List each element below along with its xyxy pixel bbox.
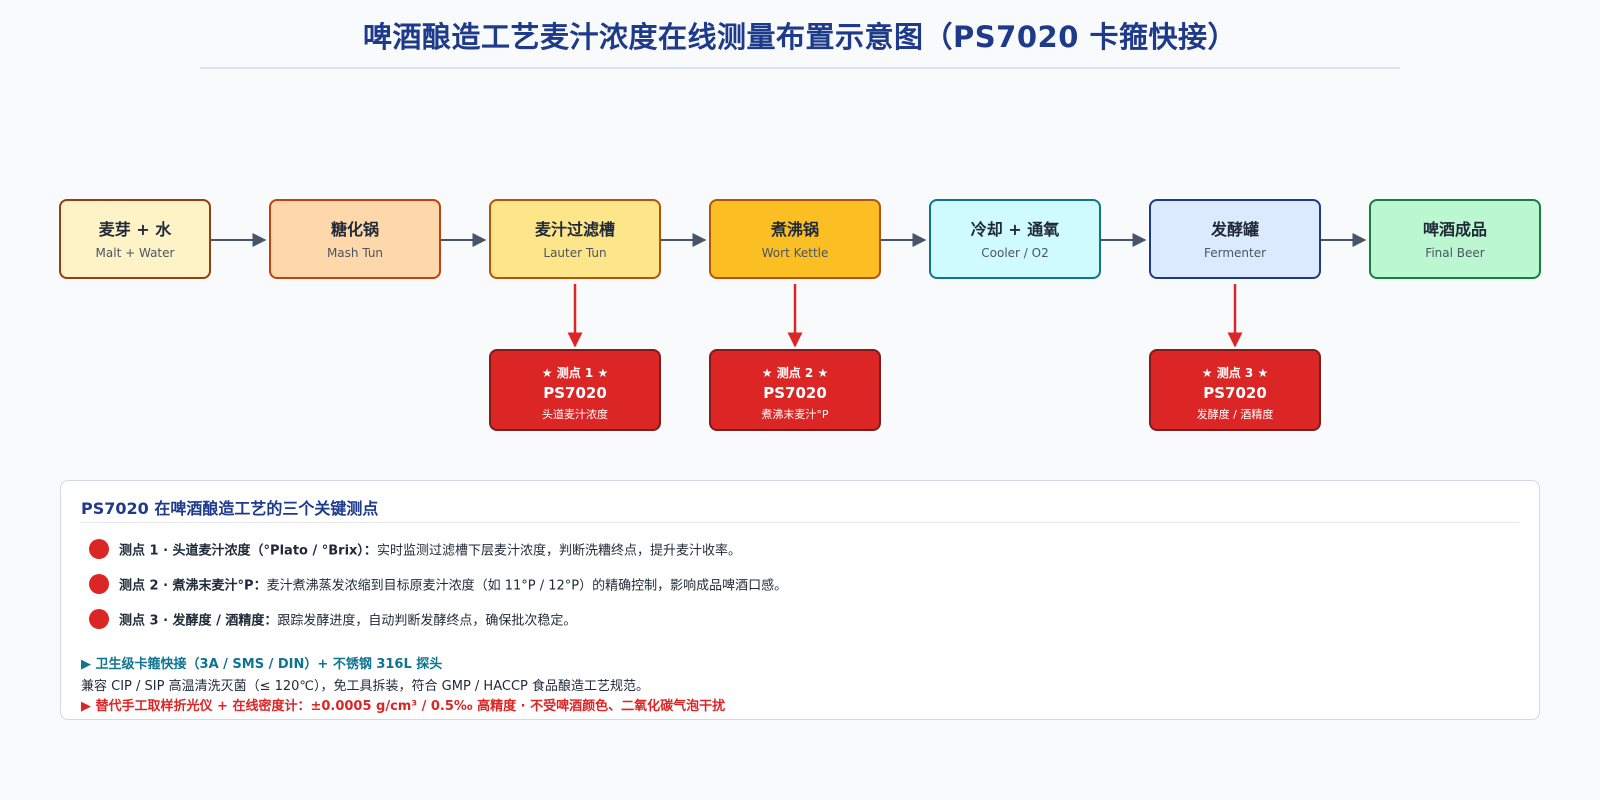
point-label: 测点 2 · 煮沸末麦汁°P： xyxy=(119,578,267,594)
stage-subtitle: Cooler / O2 xyxy=(981,246,1049,260)
probe-tag: ★ 测点 2 ★ xyxy=(761,366,829,380)
probe-point-3: ★ 测点 3 ★ PS7020 发酵度 / 酒精度 xyxy=(1149,349,1321,431)
bullet-dot xyxy=(89,539,109,559)
stage-name: 糖化锅 xyxy=(330,220,379,239)
bullet-dot xyxy=(89,609,109,629)
stage-lauter-tun: 麦汁过滤槽 Lauter Tun xyxy=(489,199,661,279)
point-text: 麦汁煮沸蒸发浓缩到目标原麦汁浓度（如 11°P / 12°P）的精确控制，影响成… xyxy=(266,578,788,594)
stage-final-beer: 啤酒成品 Final Beer xyxy=(1369,199,1541,279)
stage-name: 麦汁过滤槽 xyxy=(534,220,615,239)
stage-wort-kettle: 煮沸锅 Wort Kettle xyxy=(709,199,881,279)
point-label: 测点 1 · 头道麦汁浓度（°Plato / °Brix）： xyxy=(119,543,377,559)
feature-connection: ▶ 卫生级卡箍快接（3A / SMS / DIN）+ 不锈钢 316L 探头 xyxy=(81,657,443,672)
stage-name: 发酵罐 xyxy=(1210,220,1259,239)
stage-mash-tun: 糖化锅 Mash Tun xyxy=(269,199,441,279)
info-panel: PS7020 在啤酒酿造工艺的三个关键测点 测点 1 · 头道麦汁浓度（°Pla… xyxy=(60,480,1540,720)
probe-point-2: ★ 测点 2 ★ PS7020 煮沸末麦汁°P xyxy=(709,349,881,431)
probe-tag: ★ 测点 3 ★ xyxy=(1201,366,1269,380)
stage-name: 啤酒成品 xyxy=(1422,220,1487,239)
key-point-3: 测点 3 · 发酵度 / 酒精度：跟踪发酵进度，自动判断发酵终点，确保批次稳定。 xyxy=(89,609,576,633)
probe-description: 煮沸末麦汁°P xyxy=(761,408,829,421)
stage-subtitle: Lauter Tun xyxy=(543,246,607,260)
feature-cleaning: 兼容 CIP / SIP 高温清洗灭菌（≤ 120℃），免工具拆装，符合 GMP… xyxy=(81,679,649,694)
panel-title: PS7020 在啤酒酿造工艺的三个关键测点 xyxy=(81,499,379,518)
point-label: 测点 3 · 发酵度 / 酒精度： xyxy=(119,613,278,629)
stage-fermenter: 发酵罐 Fermenter xyxy=(1149,199,1321,279)
bullet-dot xyxy=(89,574,109,594)
point-text: 跟踪发酵进度，自动判断发酵终点，确保批次稳定。 xyxy=(277,613,577,629)
stage-subtitle: Fermenter xyxy=(1203,246,1267,260)
stage-name: 麦芽 + 水 xyxy=(98,220,172,239)
probe-tag: ★ 测点 1 ★ xyxy=(541,366,609,380)
panel-divider xyxy=(81,522,1519,523)
probe-point-1: ★ 测点 1 ★ PS7020 头道麦汁浓度 xyxy=(489,349,661,431)
probe-description: 头道麦汁浓度 xyxy=(542,408,608,421)
probe-model: PS7020 xyxy=(543,384,607,402)
feature-accuracy: ▶ 替代手工取样折光仪 + 在线密度计：±0.0005 g/cm³ / 0.5‰… xyxy=(81,699,726,714)
probe-model: PS7020 xyxy=(1203,384,1267,402)
stage-name: 煮沸锅 xyxy=(770,220,819,239)
point-text: 实时监测过滤槽下层麦汁浓度，判断洗糟终点，提升麦汁收率。 xyxy=(376,543,741,559)
stage-subtitle: Mash Tun xyxy=(326,246,384,260)
stage-malt-water: 麦芽 + 水 Malt + Water xyxy=(59,199,211,279)
stage-name: 冷却 + 通氧 xyxy=(970,220,1060,239)
probe-model: PS7020 xyxy=(763,384,827,402)
key-point-1: 测点 1 · 头道麦汁浓度（°Plato / °Brix）：实时监测过滤槽下层麦… xyxy=(89,539,741,563)
key-point-2: 测点 2 · 煮沸末麦汁°P：麦汁煮沸蒸发浓缩到目标原麦汁浓度（如 11°P /… xyxy=(89,574,787,598)
stage-subtitle: Final Beer xyxy=(1425,246,1485,260)
stage-cooler: 冷却 + 通氧 Cooler / O2 xyxy=(929,199,1101,279)
stage-subtitle: Malt + Water xyxy=(95,246,175,260)
probe-description: 发酵度 / 酒精度 xyxy=(1196,408,1274,421)
stage-subtitle: Wort Kettle xyxy=(761,246,829,260)
